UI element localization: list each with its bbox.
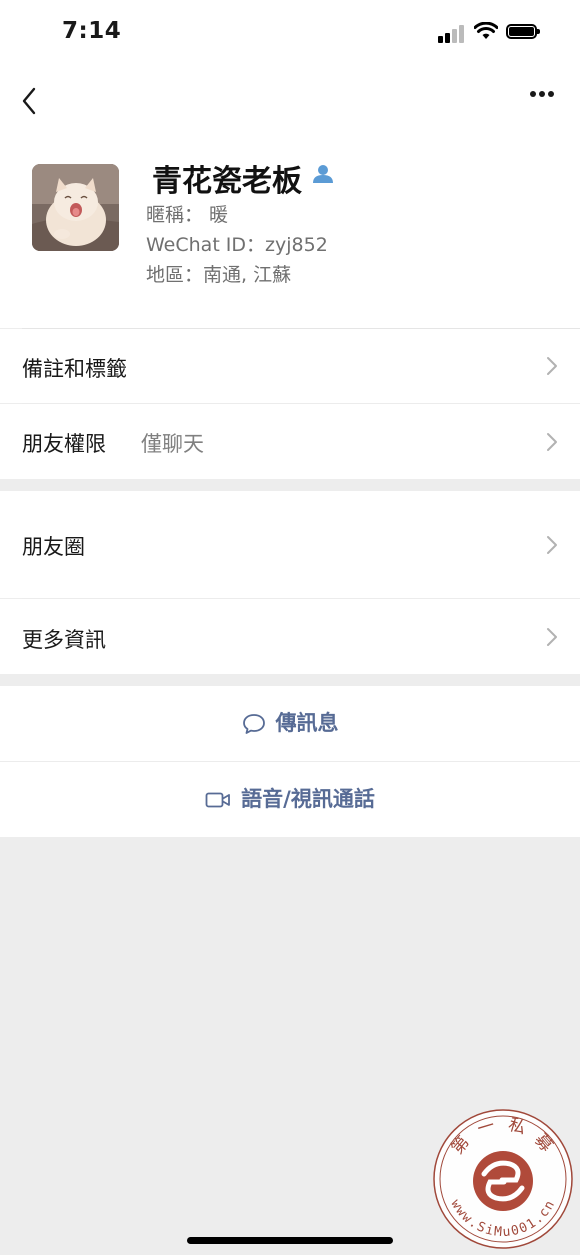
wifi-icon — [474, 22, 498, 39]
signal-icon — [438, 23, 466, 43]
video-camera-icon — [205, 792, 231, 807]
profile-name: 青花瓷老板 — [152, 164, 302, 199]
friend-permissions-value: 僅聊天 — [141, 432, 204, 456]
chevron-right-icon — [547, 433, 557, 451]
friend-permissions-row[interactable]: 朋友權限 僅聊天 — [0, 404, 580, 479]
remark-and-tags-label: 備註和標籤 — [22, 357, 127, 381]
status-bar: 7:14 — [0, 0, 580, 66]
nickname-text: 暱稱： 暖 — [146, 204, 229, 226]
home-indicator — [187, 1237, 393, 1244]
more-icon — [530, 91, 536, 97]
friend-permissions-label: 朋友權限 — [22, 432, 106, 456]
avatar[interactable] — [32, 164, 119, 251]
voice-video-call-label: 語音/視訊通話 — [241, 787, 375, 811]
chevron-right-icon — [547, 628, 557, 646]
profile-header: 青花瓷老板 暱稱： 暖 WeChat ID：zyj852 地區：南通, 江蘇 — [0, 126, 580, 328]
moments-row[interactable]: 朋友圈 — [0, 491, 580, 598]
wechat-id-text: WeChat ID：zyj852 — [146, 234, 328, 256]
back-button[interactable] — [14, 74, 48, 118]
voice-video-call-button[interactable]: 語音/視訊通話 — [0, 762, 580, 837]
person-icon — [313, 165, 333, 183]
send-message-button[interactable]: 傳訊息 — [0, 686, 580, 761]
more-info-label: 更多資訊 — [22, 628, 106, 652]
back-icon — [22, 87, 36, 115]
chevron-right-icon — [547, 536, 557, 554]
chevron-right-icon — [547, 357, 557, 375]
region-text: 地區：南通, 江蘇 — [146, 264, 292, 286]
remark-and-tags-row[interactable]: 備註和標籤 — [0, 329, 580, 403]
nav-bar — [0, 66, 580, 126]
send-message-label: 傳訊息 — [275, 711, 339, 735]
more-button[interactable] — [522, 78, 562, 108]
battery-icon — [506, 24, 540, 39]
watermark-seal: 第 一 私 募 www.SiMu001.cn — [432, 1108, 574, 1250]
status-time: 7:14 — [62, 18, 122, 44]
chat-bubble-icon — [242, 713, 265, 734]
more-info-row[interactable]: 更多資訊 — [0, 599, 580, 674]
moments-label: 朋友圈 — [22, 535, 85, 559]
